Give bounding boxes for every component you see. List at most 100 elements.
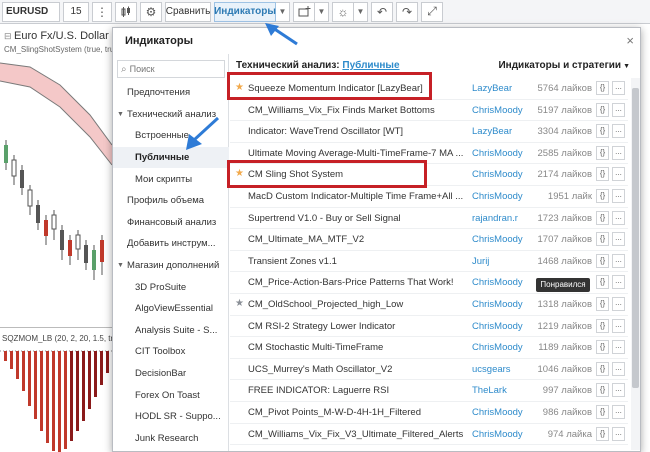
more-options-icon[interactable]: ... <box>612 318 625 333</box>
highlight-box-squeeze <box>227 72 432 100</box>
more-options-icon[interactable]: ... <box>612 296 625 311</box>
more-options-icon[interactable]: ... <box>612 275 625 290</box>
annotation-arrow-sidebar <box>186 116 220 150</box>
sidebar-item[interactable]: AlgoViewEssential <box>113 298 229 320</box>
indicator-row[interactable]: MacD Custom Indicator-Multiple Time Fram… <box>230 186 628 208</box>
source-code-icon[interactable]: {} <box>596 124 609 139</box>
source-code-icon[interactable]: {} <box>596 210 609 225</box>
sidebar-item[interactable]: Junk Research <box>113 428 229 450</box>
expand-triangle-icon[interactable]: ▼ <box>117 262 127 269</box>
indicator-likes: 997 лайков <box>542 385 592 397</box>
symbol-input[interactable]: EURUSD <box>2 1 60 22</box>
indicator-row[interactable]: Indicator: WaveTrend Oscillator [WT] Lazy… <box>230 121 628 143</box>
search-box[interactable]: ⌕ <box>117 60 225 78</box>
list-scrollbar[interactable] <box>631 78 640 450</box>
source-code-icon[interactable]: {} <box>596 167 609 182</box>
source-code-icon[interactable]: {} <box>596 426 609 441</box>
indicator-row[interactable]: Supertrend V1.0 - Buy or Sell Signal raja… <box>230 208 628 230</box>
indicator-name: UCS_Murrey's Math Oscillator_V2 <box>248 363 393 375</box>
sidebar-item[interactable]: Analysis Suite - S... <box>113 320 229 342</box>
sidebar-item[interactable]: HODL SR - Suppo... <box>113 406 229 428</box>
idea-dropdown-icon[interactable]: ▼ <box>354 1 368 22</box>
more-options-icon[interactable]: ... <box>612 102 625 117</box>
search-input[interactable] <box>129 64 210 74</box>
favorite-star-icon[interactable]: ★ <box>235 298 244 309</box>
more-options-icon[interactable]: ... <box>612 232 625 247</box>
indicator-row[interactable]: ★ CM_OldSchool_Projected_high_Low ChrisMoo… <box>230 294 628 316</box>
source-code-icon[interactable]: {} <box>596 102 609 117</box>
sidebar-item[interactable]: DecisionBar <box>113 363 229 385</box>
sidebar-item[interactable]: Forex On Toast <box>113 384 229 406</box>
dialog-title: Индикаторы <box>125 35 193 47</box>
more-options-icon[interactable]: ... <box>612 253 625 268</box>
add-alert-icon[interactable] <box>293 1 315 22</box>
more-options-icon[interactable]: ... <box>612 383 625 398</box>
more-options-icon[interactable]: ... <box>612 81 625 95</box>
chart-collapse-icon[interactable]: ⊟ <box>4 31 14 41</box>
highlight-box-slingshot <box>227 160 427 188</box>
more-options-icon[interactable]: ... <box>612 361 625 376</box>
sidebar-item[interactable]: Добавить инструм... <box>113 233 229 255</box>
sidebar-item[interactable]: Профиль объема <box>113 190 229 212</box>
more-options-icon[interactable]: ... <box>612 124 625 139</box>
indicators-dropdown-icon[interactable]: ▼ <box>276 1 290 22</box>
indicator-row[interactable]: CM Stochastic Multi-TimeFrame ChrisMoody 1… <box>230 337 628 359</box>
indicator-author[interactable]: ChrisMoody <box>472 277 544 288</box>
indicator-row[interactable]: Transient Zones v1.1 Jurij 1468 лайков{}..… <box>230 251 628 273</box>
more-options-icon[interactable]: ... <box>612 426 625 441</box>
undo-icon[interactable]: ↶ <box>371 1 393 22</box>
idea-bulb-icon[interactable]: ☼ <box>332 1 354 22</box>
price-candles <box>0 62 112 280</box>
indicator-row[interactable]: FREE INDICATOR: Laguerre RSI TheLark 997 л… <box>230 380 628 402</box>
indicator-row[interactable]: CM RSI-2 Strategy Lower Indicator ChrisMo… <box>230 316 628 338</box>
more-options-icon[interactable]: ... <box>612 210 625 225</box>
indicator-row[interactable]: UCS_Murrey's Math Oscillator_V2 ucsgears 1… <box>230 359 628 381</box>
more-options-icon[interactable]: ... <box>612 188 625 203</box>
source-code-icon[interactable]: {} <box>596 188 609 203</box>
source-code-icon[interactable]: {} <box>596 253 609 268</box>
oscillator-label: SQZMOM_LB (20, 2, 20, 1.5, tru <box>2 334 118 343</box>
filter-dropdown[interactable]: Индикаторы и стратегии ▼ <box>498 60 630 71</box>
indicators-button[interactable]: Индикаторы <box>214 1 276 22</box>
source-code-icon[interactable]: {} <box>596 361 609 376</box>
source-code-icon[interactable]: {} <box>596 145 609 160</box>
indicator-row[interactable]: CM_Ultimate_MA_MTF_V2 ChrisMoody 1707 лайк… <box>230 229 628 251</box>
fullscreen-icon[interactable]: ⤢ <box>421 1 443 22</box>
more-options-icon[interactable]: ... <box>612 145 625 160</box>
sidebar-item[interactable]: CIT Toolbox <box>113 341 229 363</box>
indicator-row[interactable]: CM_Williams_Vix_Fix_V3_Ultimate_Filtered… <box>230 424 628 446</box>
more-options-icon[interactable]: ... <box>612 404 625 419</box>
bar-style-icon[interactable] <box>115 1 137 22</box>
source-code-icon[interactable]: {} <box>596 81 609 95</box>
more-menu-icon[interactable]: ⋮ <box>92 1 112 22</box>
source-code-icon[interactable]: {} <box>596 296 609 311</box>
candles-group <box>4 140 104 280</box>
sidebar-item[interactable]: Финансовый анализ <box>113 212 229 234</box>
pane-divider[interactable] <box>0 327 112 328</box>
scrollbar-thumb[interactable] <box>632 88 639 388</box>
close-icon[interactable]: × <box>626 33 634 48</box>
indicator-row[interactable]: CM_Williams_Vix_Fix Finds Market Bottoms… <box>230 100 628 122</box>
sidebar-item-label: AlgoViewEssential <box>135 303 213 315</box>
source-code-icon[interactable]: {} <box>596 383 609 398</box>
source-code-icon[interactable]: {} <box>596 340 609 355</box>
sidebar-item[interactable]: Предпочтения <box>113 82 229 104</box>
compare-button[interactable]: Сравнить <box>165 1 211 22</box>
settings-gear-icon[interactable]: ⚙ <box>140 1 162 22</box>
interval-selector[interactable]: 15 <box>63 1 89 22</box>
sidebar-item[interactable]: 3D ProSuite <box>113 276 229 298</box>
more-options-icon[interactable]: ... <box>612 340 625 355</box>
source-code-icon[interactable]: {} <box>596 232 609 247</box>
breadcrumb-link[interactable]: Публичные <box>342 60 399 71</box>
source-code-icon[interactable]: {} <box>596 404 609 419</box>
expand-triangle-icon[interactable]: ▼ <box>117 111 127 118</box>
redo-icon[interactable]: ↷ <box>396 1 418 22</box>
source-code-icon[interactable]: {} <box>596 275 609 290</box>
more-options-icon[interactable]: ... <box>612 167 625 182</box>
indicator-name: FREE INDICATOR: Laguerre RSI <box>248 385 390 397</box>
indicator-row[interactable]: CM_Pivot Points_M-W-D-4H-1H_Filtered Chri… <box>230 402 628 424</box>
alert-dropdown-icon[interactable]: ▼ <box>315 1 329 22</box>
source-code-icon[interactable]: {} <box>596 318 609 333</box>
sidebar-item[interactable]: Мои скрипты <box>113 168 229 190</box>
sidebar-item[interactable]: ▼ Магазин дополнений <box>113 255 229 277</box>
